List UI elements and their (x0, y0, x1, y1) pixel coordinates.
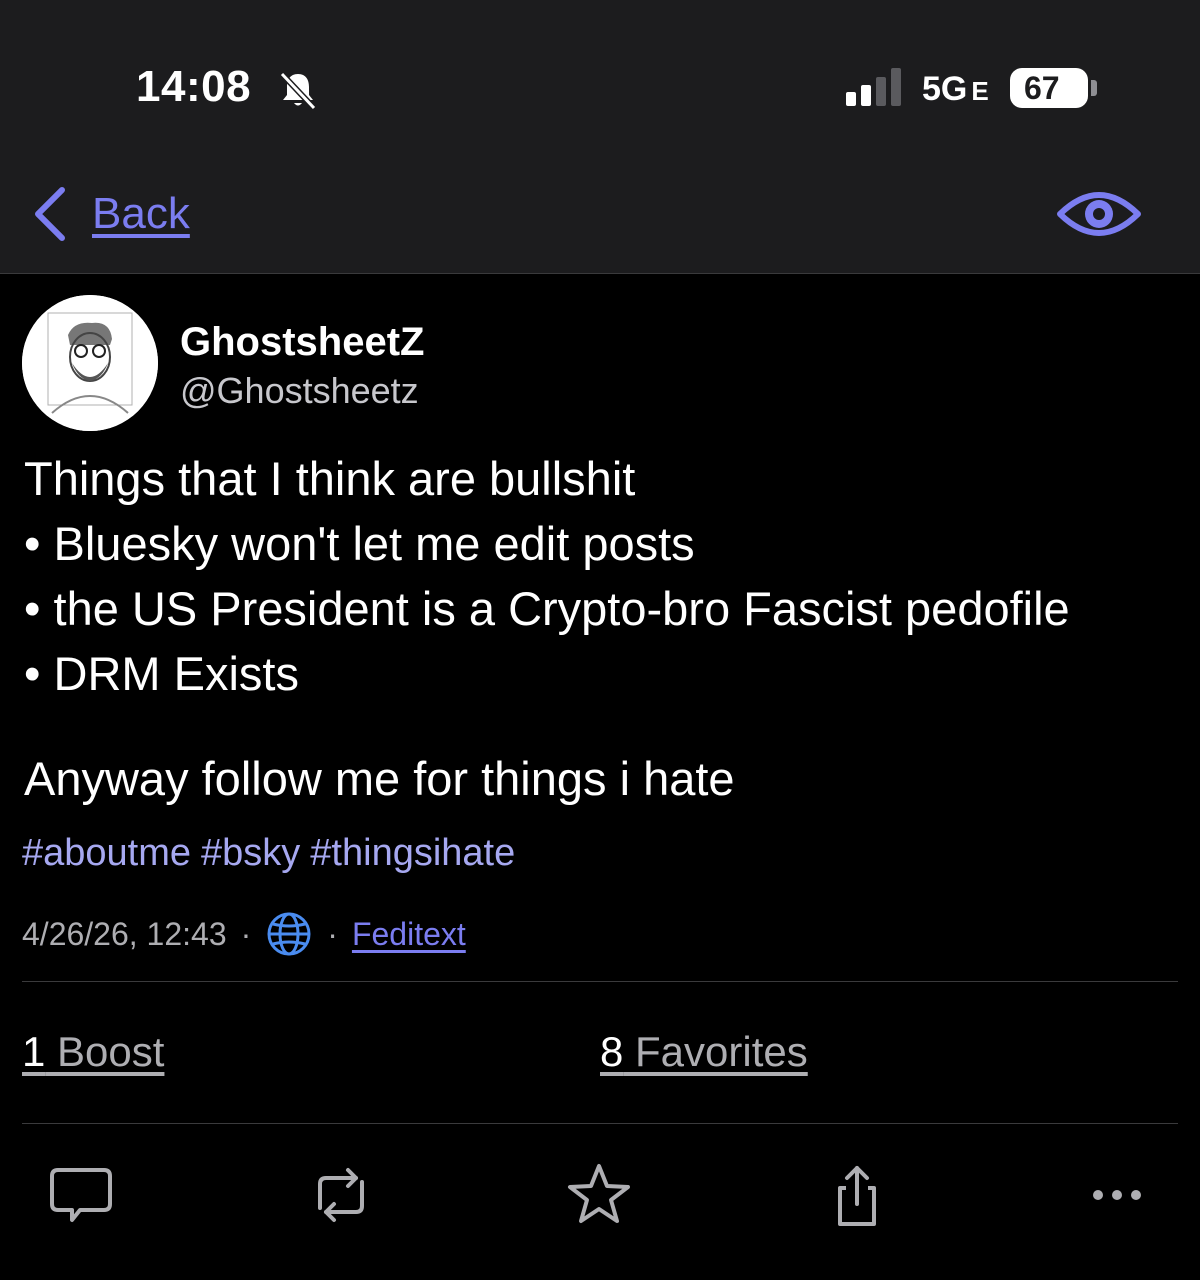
eye-icon[interactable] (1056, 184, 1142, 244)
signal-icon (846, 68, 901, 106)
client-link[interactable]: Feditext (352, 916, 466, 953)
battery-tip (1091, 80, 1097, 96)
separator-dot: · (240, 915, 252, 952)
hashtag-link[interactable]: #aboutme (22, 832, 191, 874)
more-icon[interactable] (1082, 1160, 1152, 1230)
hashtags: #aboutme #bsky #thingsihate (22, 832, 525, 875)
favorites-link[interactable]: 8 Favorites (600, 1028, 808, 1076)
post-intro: Things that I think are bullshit (24, 452, 636, 505)
back-label: Back (92, 189, 190, 238)
post-meta: 4/26/26, 12:43 · · Feditext (22, 912, 466, 956)
divider (22, 1123, 1178, 1124)
handle[interactable]: @Ghostsheetz (180, 370, 419, 412)
post-timestamp: 4/26/26, 12:43 (22, 915, 227, 952)
post-content: Things that I think are bullshit • Blues… (24, 446, 1194, 811)
back-button[interactable]: Back (30, 184, 190, 244)
separator-dot: · (327, 915, 338, 952)
hashtag-link[interactable]: #thingsihate (310, 832, 515, 874)
battery-indicator: 67 (1010, 68, 1088, 108)
post-bullet: • DRM Exists (24, 647, 299, 700)
status-time: 14:08 (136, 62, 252, 111)
divider (22, 981, 1178, 982)
post-bullet: • Bluesky won't let me edit posts (24, 517, 695, 570)
globe-icon (267, 912, 311, 956)
boost-icon[interactable] (306, 1160, 376, 1230)
avatar[interactable] (22, 295, 158, 431)
share-icon[interactable] (822, 1160, 892, 1230)
post-closing: Anyway follow me for things i hate (24, 752, 735, 805)
network-type: 5G E (922, 70, 989, 108)
top-bar: 14:08 5G E 67 Back (0, 0, 1200, 274)
chevron-left-icon (35, 187, 65, 241)
bell-slash-icon (279, 71, 317, 111)
favorite-icon[interactable] (564, 1160, 634, 1230)
reply-icon[interactable] (46, 1160, 116, 1230)
post-bullet: • the US President is a Crypto-bro Fasci… (24, 582, 1070, 635)
display-name[interactable]: GhostsheetZ (180, 320, 424, 365)
hashtag-link[interactable]: #bsky (201, 832, 300, 874)
boosts-link[interactable]: 1 Boost (22, 1028, 164, 1076)
